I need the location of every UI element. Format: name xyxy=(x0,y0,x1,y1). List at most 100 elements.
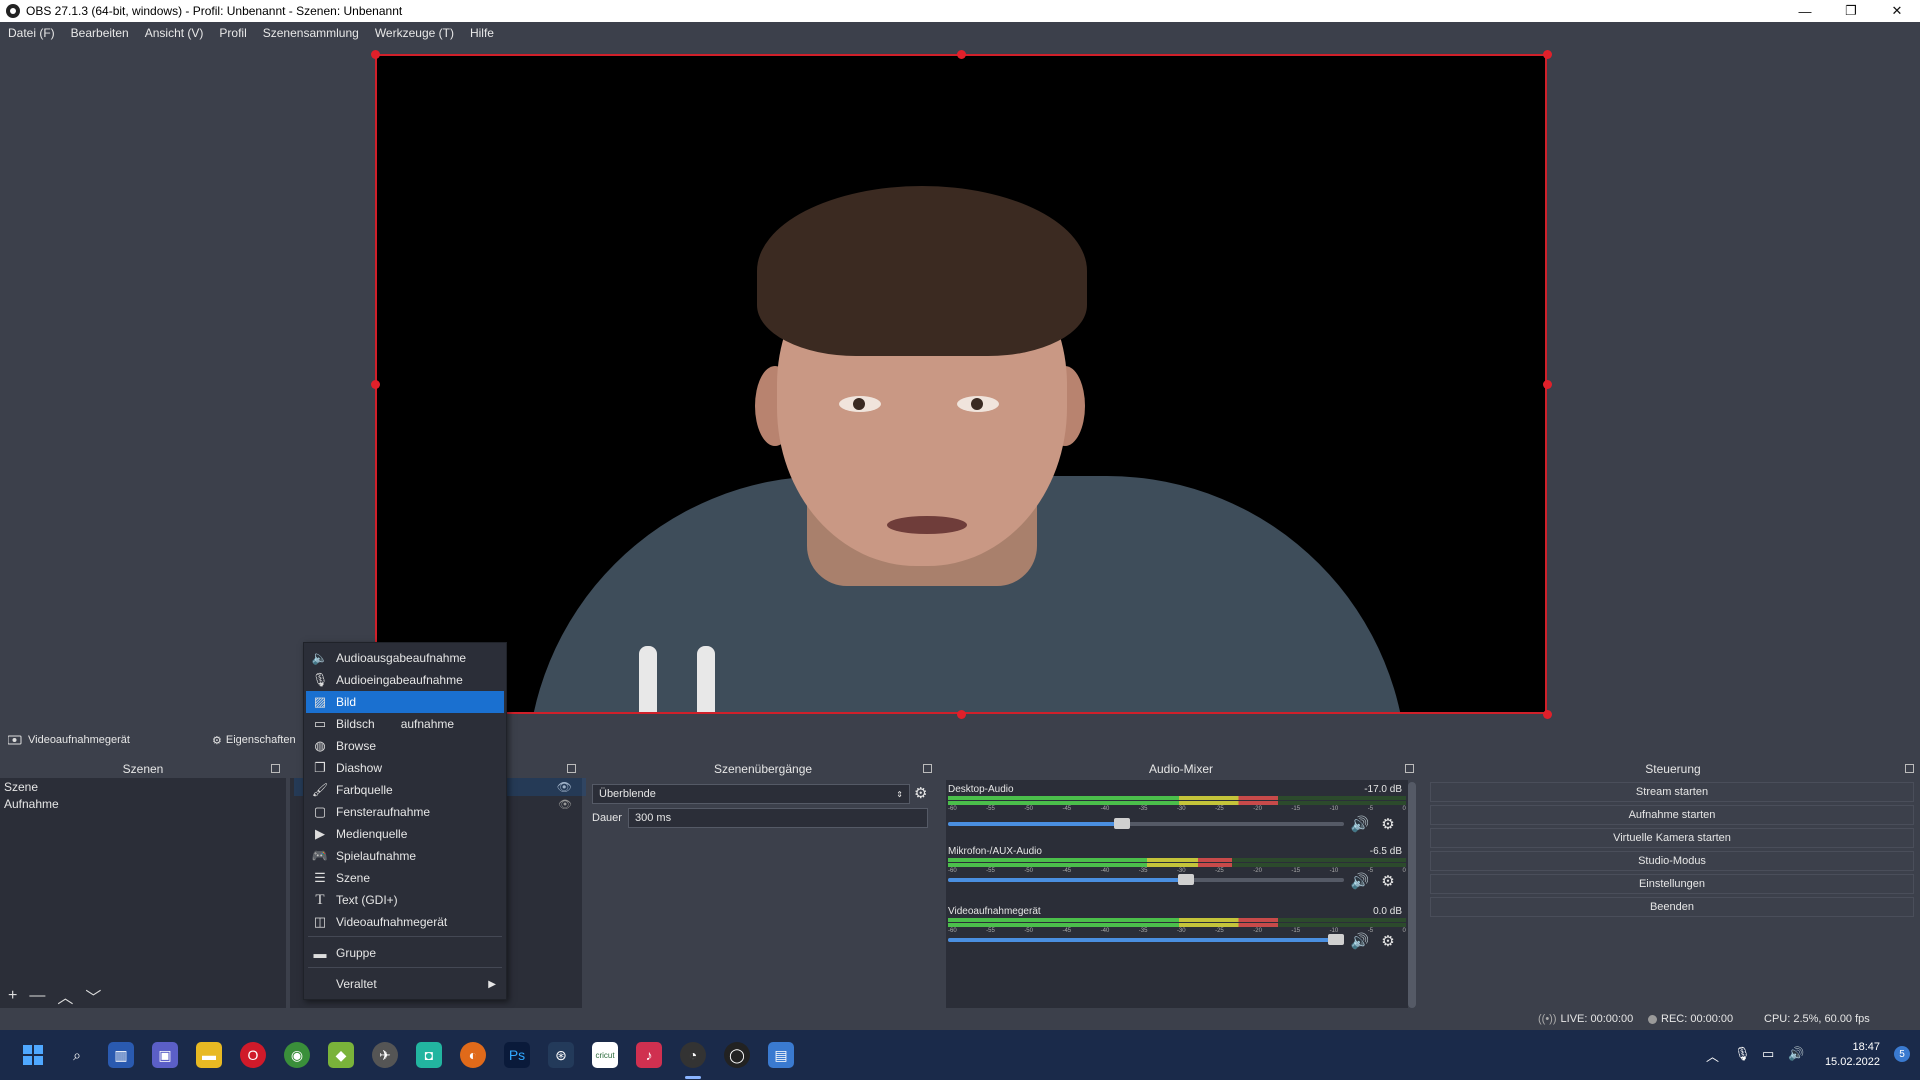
speaker-icon[interactable]: 🔊 xyxy=(1350,815,1370,833)
teams-chat-icon[interactable]: ▣ xyxy=(152,1042,178,1068)
menu-item-browser[interactable]: ◍ Browse xyxy=(306,735,504,757)
widgets-icon[interactable]: ▥ xyxy=(108,1042,134,1068)
davinci-resolve-icon[interactable]: ⊛ xyxy=(548,1042,574,1068)
undock-icon[interactable] xyxy=(1905,764,1914,773)
minimize-button[interactable]: — xyxy=(1782,0,1828,22)
meter-tick-label: -55 xyxy=(986,928,995,934)
add-scene-button[interactable]: + xyxy=(8,987,17,1005)
microphone-tray-icon[interactable]: 🎙 xyxy=(1734,1046,1751,1062)
menu-profile[interactable]: Profil xyxy=(219,26,246,40)
volume-meter xyxy=(948,796,1406,800)
layers-app-icon[interactable]: ◆ xyxy=(328,1042,354,1068)
scene-item[interactable]: Aufnahme xyxy=(0,795,286,812)
menu-item-color-source[interactable]: 🖌 Farbquelle xyxy=(306,779,504,801)
menu-item-scene[interactable]: ☰ Szene xyxy=(306,867,504,889)
volume-slider[interactable] xyxy=(948,818,1344,829)
network-icon[interactable]: ▭ xyxy=(1762,1046,1774,1062)
menu-item-display-capture[interactable]: ▭ Bildsch aufnahme xyxy=(306,713,504,735)
gear-icon[interactable]: ⚙ xyxy=(1378,932,1398,950)
volume-icon[interactable]: 🔊 xyxy=(1788,1046,1804,1062)
gear-icon[interactable]: ⚙ xyxy=(1378,872,1398,890)
start-virtual-camera-button[interactable]: Virtuelle Kamera starten xyxy=(1430,828,1914,848)
record-dot-icon xyxy=(1648,1014,1657,1024)
clock[interactable]: 18:47 15.02.2022 xyxy=(1825,1040,1880,1070)
gear-icon[interactable]: ⚙ xyxy=(1378,815,1398,833)
menu-edit[interactable]: Bearbeiten xyxy=(71,26,129,40)
menu-view[interactable]: Ansicht (V) xyxy=(145,26,204,40)
eye-hidden-icon[interactable]: 👁 xyxy=(558,798,572,811)
menu-item-label: Browse xyxy=(336,739,377,753)
slider-thumb[interactable] xyxy=(1328,934,1344,945)
move-scene-up-button[interactable]: ︿ xyxy=(57,984,73,1008)
menu-item-audio-input-capture[interactable]: 🎙 Audioeingabeaufnahme xyxy=(306,669,504,691)
android-app-icon[interactable]: ◘ xyxy=(416,1042,442,1068)
menu-item-media-source[interactable]: ▶ Medienquelle xyxy=(306,823,504,845)
properties-label: Eigenschaften xyxy=(225,734,296,746)
menu-tools[interactable]: Werkzeuge (T) xyxy=(375,26,454,40)
menu-item-group[interactable]: ▬ Gruppe xyxy=(306,942,504,964)
speaker-icon[interactable]: 🔊 xyxy=(1350,872,1370,890)
undock-icon[interactable] xyxy=(1405,764,1414,773)
move-scene-down-button[interactable]: ﹀ xyxy=(85,984,101,1008)
mixer-channel-name: Desktop-Audio xyxy=(948,784,1014,795)
remove-scene-button[interactable]: — xyxy=(29,987,45,1005)
menu-item-slideshow[interactable]: ❐ Diashow xyxy=(306,757,504,779)
transition-settings-gear-icon[interactable]: ⚙ xyxy=(914,784,927,802)
chevron-up-icon[interactable]: ︿ xyxy=(1706,1046,1719,1065)
menu-item-deprecated[interactable]: Veraltet ▶ xyxy=(306,973,504,995)
scene-item[interactable]: Szene xyxy=(0,778,286,795)
photoshop-icon[interactable]: Ps xyxy=(504,1042,530,1068)
preview-canvas[interactable] xyxy=(375,54,1547,714)
cricut-icon[interactable]: cricut xyxy=(592,1042,618,1068)
resize-handle-bottom-right[interactable] xyxy=(1543,710,1552,719)
menu-item-game-capture[interactable]: 🎮 Spielaufnahme xyxy=(306,845,504,867)
resize-handle-left[interactable] xyxy=(371,380,380,389)
settings-button[interactable]: Einstellungen xyxy=(1430,874,1914,894)
menu-item-video-capture-device[interactable]: ◫ Videoaufnahmegerät xyxy=(306,911,504,933)
menu-item-image[interactable]: ▨ Bild xyxy=(306,691,504,713)
rocket-app-icon[interactable]: ✈ xyxy=(372,1042,398,1068)
notification-badge[interactable]: 5 xyxy=(1894,1046,1910,1062)
volume-slider[interactable] xyxy=(948,934,1344,945)
menu-item-window-capture[interactable]: ▢ Fensteraufnahme xyxy=(306,801,504,823)
speaker-icon[interactable]: 🔊 xyxy=(1350,932,1370,950)
search-icon[interactable]: ⌕ xyxy=(64,1042,90,1068)
undock-icon[interactable] xyxy=(923,764,932,773)
resize-handle-top[interactable] xyxy=(957,50,966,59)
maximize-button[interactable]: ❐ xyxy=(1828,0,1874,22)
resize-handle-right[interactable] xyxy=(1543,380,1552,389)
exit-button[interactable]: Beenden xyxy=(1430,897,1914,917)
menu-item-audio-output-capture[interactable]: 🔈 Audioausgabeaufnahme xyxy=(306,647,504,669)
start-stream-button[interactable]: Stream starten xyxy=(1430,782,1914,802)
resize-handle-top-left[interactable] xyxy=(371,50,380,59)
volume-slider[interactable] xyxy=(948,874,1344,885)
menu-file[interactable]: Datei (F) xyxy=(8,26,55,40)
camera-app-icon[interactable]: ◯ xyxy=(724,1042,750,1068)
properties-button[interactable]: ⚙ Eigenschaften xyxy=(212,734,296,747)
resize-handle-bottom[interactable] xyxy=(957,710,966,719)
menu-scene-collection[interactable]: Szenensammlung xyxy=(263,26,359,40)
camera-icon: ◫ xyxy=(313,914,327,929)
file-explorer-icon[interactable]: ▬ xyxy=(196,1042,222,1068)
studio-mode-button[interactable]: Studio-Modus xyxy=(1430,851,1914,871)
duration-input[interactable]: 300 ms xyxy=(628,808,928,828)
music-app-icon[interactable]: ♪ xyxy=(636,1042,662,1068)
windows-start-icon[interactable] xyxy=(20,1042,46,1068)
volume-meter xyxy=(948,923,1406,927)
undock-icon[interactable] xyxy=(567,764,576,773)
menu-help[interactable]: Hilfe xyxy=(470,26,494,40)
transition-select[interactable]: Überblende ⇕ xyxy=(592,784,910,804)
slider-thumb[interactable] xyxy=(1114,818,1130,829)
notepad-icon[interactable]: ▤ xyxy=(768,1042,794,1068)
obs-taskbar-icon[interactable]: ◔ xyxy=(680,1042,706,1068)
chrome-icon[interactable]: ◉ xyxy=(284,1042,310,1068)
meter-tick-label: -25 xyxy=(1215,806,1224,812)
undock-icon[interactable] xyxy=(271,764,280,773)
menu-item-text-gdi[interactable]: T Text (GDI+) xyxy=(306,889,504,911)
slider-thumb[interactable] xyxy=(1178,874,1194,885)
start-recording-button[interactable]: Aufnahme starten xyxy=(1430,805,1914,825)
resize-handle-top-right[interactable] xyxy=(1543,50,1552,59)
close-button[interactable]: ✕ xyxy=(1874,0,1920,22)
firefox-icon[interactable]: ◐ xyxy=(460,1042,486,1068)
opera-icon[interactable]: O xyxy=(240,1042,266,1068)
